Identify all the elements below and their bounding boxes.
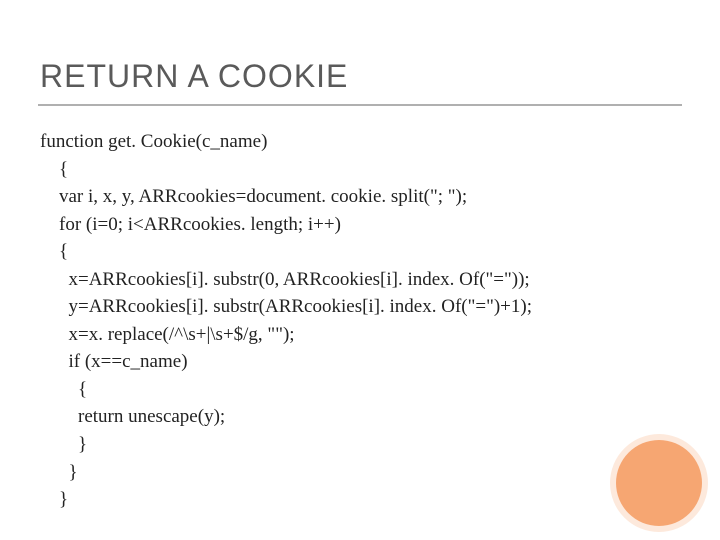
code-block: function get. Cookie(c_name) { var i, x,… [40,128,680,514]
title-divider [38,104,682,106]
code-line: } [40,489,68,510]
code-line: y=ARRcookies[i]. substr(ARRcookies[i]. i… [40,296,532,317]
slide: RETURN A COOKIE function get. Cookie(c_n… [0,0,720,540]
code-line: } [40,434,87,455]
code-line: if (x==c_name) [40,351,188,372]
code-line: return unescape(y); [40,406,225,427]
code-line: x=ARRcookies[i]. substr(0, ARRcookies[i]… [40,269,530,290]
code-line: { [40,241,68,262]
code-line: } [40,462,78,483]
code-line: for (i=0; i<ARRcookies. length; i++) [40,214,341,235]
code-line: var i, x, y, ARRcookies=document. cookie… [40,186,467,207]
code-line: { [40,159,68,180]
code-line: function get. Cookie(c_name) [40,131,267,152]
code-line: x=x. replace(/^\s+|\s+$/g, ""); [40,324,295,345]
decorative-circle [616,440,702,526]
code-line: { [40,379,87,400]
slide-title: RETURN A COOKIE [40,58,348,95]
